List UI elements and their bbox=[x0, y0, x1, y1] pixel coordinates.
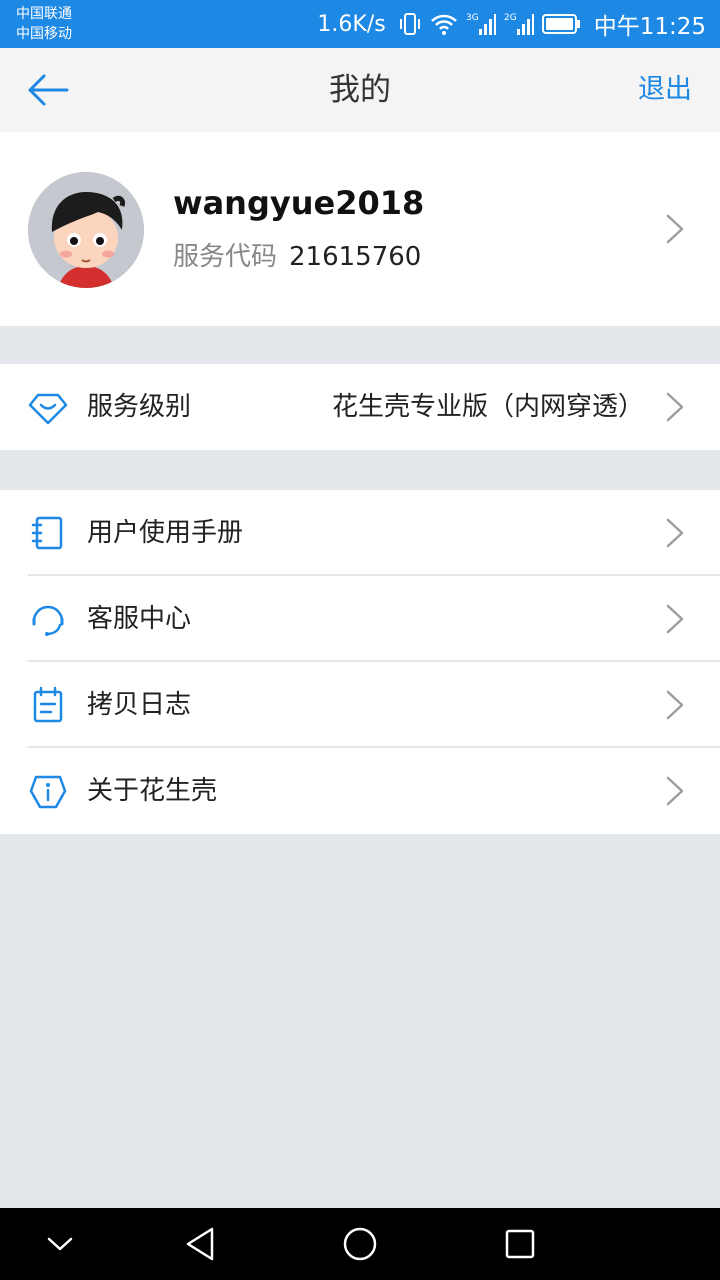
diamond-icon bbox=[28, 393, 68, 425]
chevron-right-icon bbox=[666, 776, 684, 806]
chevron-down-icon bbox=[47, 1237, 73, 1251]
service-level-value: 花生壳专业版（内网穿透） bbox=[331, 392, 644, 422]
signal-1-label: 3G bbox=[466, 13, 479, 23]
menu-item-user-manual[interactable]: 用户使用手册 bbox=[0, 490, 720, 576]
status-bar: 中国联通 中国移动 1.6K/s 3G 2G 中午11:25 bbox=[0, 0, 720, 48]
chevron-right-icon bbox=[666, 690, 684, 720]
circle-home-icon bbox=[343, 1227, 377, 1261]
menu-item-copy-log[interactable]: 拷贝日志 bbox=[0, 662, 720, 748]
carrier-1: 中国联通 bbox=[16, 6, 72, 22]
profile-card[interactable]: wangyue2018 服务代码 21615760 bbox=[0, 132, 720, 326]
avatar-illustration bbox=[28, 172, 144, 288]
nav-home-button[interactable] bbox=[336, 1220, 384, 1268]
wifi-icon bbox=[430, 12, 458, 36]
square-recents-icon bbox=[505, 1229, 535, 1259]
service-code-label: 服务代码 bbox=[173, 242, 278, 272]
system-nav-bar bbox=[0, 1208, 720, 1280]
avatar[interactable] bbox=[28, 172, 144, 288]
menu-item-customer-service[interactable]: 客服中心 bbox=[0, 576, 720, 662]
clock: 中午11:25 bbox=[593, 14, 706, 40]
menu-item-label: 拷贝日志 bbox=[87, 690, 192, 720]
signal-icon-1: 3G bbox=[466, 11, 496, 37]
menu-item-about[interactable]: 关于花生壳 bbox=[0, 748, 720, 834]
headset-icon bbox=[32, 605, 64, 636]
triangle-back-icon bbox=[186, 1227, 214, 1261]
app-bar: 我的 退出 bbox=[0, 48, 720, 132]
menu-item-label: 关于花生壳 bbox=[87, 776, 218, 806]
status-indicators: 1.6K/s 3G 2G 中午11:25 bbox=[317, 0, 706, 48]
username: wangyue2018 bbox=[173, 184, 425, 222]
service-code: 服务代码 21615760 bbox=[173, 236, 421, 273]
notebook-icon bbox=[31, 516, 63, 550]
chevron-right-icon bbox=[666, 392, 684, 422]
nav-recents-button[interactable] bbox=[496, 1220, 544, 1268]
logout-button[interactable]: 退出 bbox=[638, 48, 692, 132]
signal-icon-2: 2G bbox=[504, 11, 534, 37]
carrier-2: 中国移动 bbox=[16, 26, 72, 42]
service-code-value: 21615760 bbox=[289, 242, 422, 272]
back-button[interactable] bbox=[22, 66, 74, 114]
battery-icon bbox=[541, 13, 582, 35]
menu-item-label: 客服中心 bbox=[87, 604, 192, 634]
info-icon bbox=[29, 775, 67, 809]
menu-item-label: 用户使用手册 bbox=[87, 518, 244, 548]
service-level-row[interactable]: 服务级别 花生壳专业版（内网穿透） bbox=[0, 364, 720, 450]
chevron-right-icon bbox=[666, 604, 684, 634]
arrow-left-icon bbox=[28, 74, 69, 106]
carrier-names: 中国联通 中国移动 bbox=[16, 4, 72, 44]
nav-back-button[interactable] bbox=[176, 1220, 224, 1268]
vibrate-icon bbox=[398, 11, 422, 37]
chevron-right-icon bbox=[666, 214, 684, 244]
network-speed: 1.6K/s bbox=[317, 11, 386, 37]
chevron-right-icon bbox=[666, 518, 684, 548]
log-icon bbox=[33, 686, 63, 723]
signal-2-label: 2G bbox=[504, 13, 517, 23]
page-title: 我的 bbox=[329, 72, 391, 108]
hide-nav-button[interactable] bbox=[36, 1220, 84, 1268]
menu-list: 用户使用手册 客服中心 拷贝日志 关于花生壳 bbox=[0, 490, 720, 834]
service-level-label: 服务级别 bbox=[87, 392, 192, 422]
